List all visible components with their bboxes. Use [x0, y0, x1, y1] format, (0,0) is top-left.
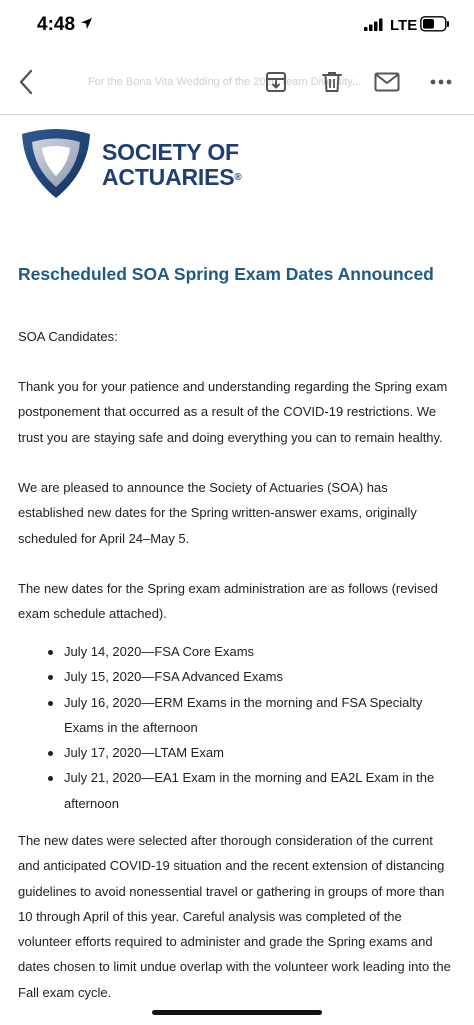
more-button[interactable]	[421, 62, 461, 102]
archive-button[interactable]	[256, 62, 296, 102]
list-item: July 15, 2020—FSA Advanced Exams	[18, 664, 454, 689]
delete-button[interactable]	[312, 62, 352, 102]
status-bar: 4:48 LTE	[0, 0, 474, 52]
exam-dates-list: July 14, 2020—FSA Core Exams July 15, 20…	[18, 639, 454, 816]
battery-icon	[420, 16, 449, 32]
soa-shield-logo-icon	[22, 129, 90, 198]
list-item: July 14, 2020—FSA Core Exams	[18, 639, 454, 664]
registered-mark: ®	[234, 172, 242, 183]
email-body: SOCIETY OF ACTUARIES® Rescheduled SOA Sp…	[18, 128, 456, 1000]
paragraph-1: Thank you for your patience and understa…	[18, 379, 448, 445]
archive-icon	[266, 72, 286, 92]
soa-logo: SOCIETY OF ACTUARIES®	[18, 128, 456, 208]
location-arrow-icon	[81, 18, 92, 29]
logo-line-1: SOCIETY OF	[102, 139, 239, 165]
mark-unread-button[interactable]	[367, 62, 407, 102]
mail-toolbar: For the Bona Vita Wedding of the 2020 Te…	[0, 52, 474, 115]
list-item: July 16, 2020—ERM Exams in the morning a…	[18, 690, 454, 741]
chevron-left-icon	[19, 69, 33, 95]
greeting: SOA Candidates:	[18, 329, 118, 344]
clock: 4:48	[37, 14, 76, 35]
cellular-signal-icon	[364, 18, 383, 31]
home-indicator[interactable]	[152, 1010, 322, 1015]
trash-icon	[322, 72, 342, 92]
more-dots-icon	[430, 79, 452, 85]
list-item: July 21, 2020—EA1 Exam in the morning an…	[18, 765, 454, 816]
list-item: July 17, 2020—LTAM Exam	[18, 740, 454, 765]
envelope-icon	[374, 72, 400, 92]
logo-line-2: ACTUARIES®	[102, 165, 242, 190]
paragraph-4: The new dates were selected after thorou…	[18, 833, 451, 1000]
network-type: LTE	[390, 17, 418, 34]
back-button[interactable]	[6, 62, 46, 102]
soa-wordmark: SOCIETY OF ACTUARIES®	[102, 140, 242, 190]
logo-line-2-text: ACTUARIES	[102, 164, 235, 190]
email-headline: Rescheduled SOA Spring Exam Dates Announ…	[18, 264, 434, 284]
paragraph-3: The new dates for the Spring exam admini…	[18, 581, 438, 622]
paragraph-2: We are pleased to announce the Society o…	[18, 480, 417, 546]
